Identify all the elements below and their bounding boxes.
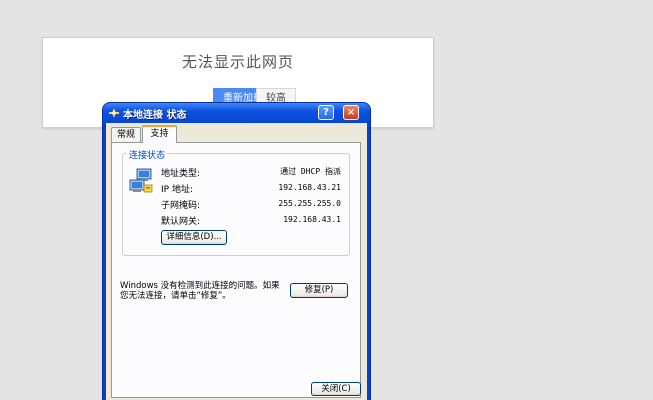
address-type-label: 地址类型: <box>161 169 201 179</box>
help-button[interactable]: ? <box>318 105 334 120</box>
diagnosis-text: Windows 没有检测到此连接的问题。如果您无法连接，请单击“修复”。 <box>120 281 280 301</box>
tab-support[interactable]: 支持 <box>142 125 177 143</box>
repair-button[interactable]: 修复(P) <box>290 283 348 298</box>
support-tab-panel: 连接状态 地址类型: 通过 DHCP 指派 IP 地址: 192.168.43.… <box>111 142 361 398</box>
connection-status-dialog: 本地连接 状态 ? × 常规 支持 连接状态 地址类型: 通过 DHCP 指派 … <box>103 103 370 400</box>
error-title: 无法显示此网页 <box>181 53 294 71</box>
dialog-client: 常规 支持 连接状态 地址类型: 通过 DHCP 指派 IP 地址: 192.1… <box>106 123 367 400</box>
address-type-value: 通过 DHCP 指派 <box>280 167 341 176</box>
ip-address-value: 192.168.43.21 <box>278 183 341 192</box>
network-connection-icon <box>108 107 120 119</box>
group-title: 连接状态 <box>127 148 168 161</box>
connection-status-group: 连接状态 地址类型: 通过 DHCP 指派 IP 地址: 192.168.43.… <box>122 148 350 256</box>
ip-address-label: IP 地址: <box>161 185 193 195</box>
default-gateway-label: 默认网关: <box>161 217 201 227</box>
dialog-title: 本地连接 状态 <box>123 110 187 121</box>
network-computers-icon <box>129 168 155 196</box>
close-button[interactable]: 关闭(C) <box>311 382 361 396</box>
tab-general[interactable]: 常规 <box>111 127 141 142</box>
close-window-button[interactable]: × <box>343 105 359 120</box>
subnet-mask-label: 子网掩码: <box>161 201 201 211</box>
subnet-mask-value: 255.255.255.0 <box>278 199 341 208</box>
dialog-titlebar[interactable]: 本地连接 状态 ? × <box>103 103 370 123</box>
default-gateway-value: 192.168.43.1 <box>283 215 341 224</box>
details-button[interactable]: 详细信息(D)... <box>161 230 227 245</box>
